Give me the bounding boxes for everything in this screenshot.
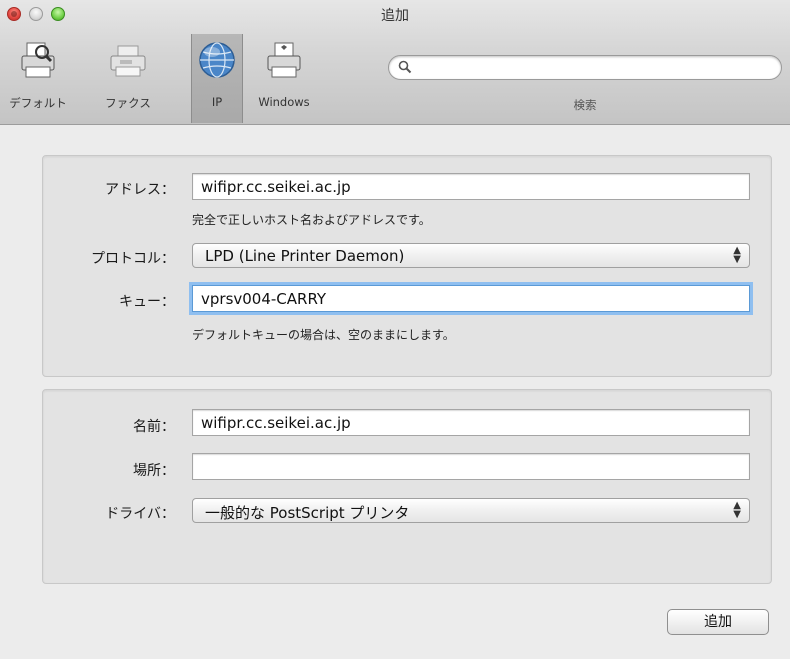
window-title: 追加 <box>381 8 409 24</box>
name-label: 名前： <box>133 419 175 435</box>
updown-arrows-icon: ▲ ▼ <box>733 500 741 520</box>
search-icon <box>398 60 412 74</box>
toolbar-item-label: IP <box>211 95 223 109</box>
protocol-value: LPD (Line Printer Daemon) <box>205 247 405 265</box>
address-hint: 完全で正しいホスト名およびアドレスです。 <box>192 213 431 227</box>
driver-popup[interactable]: 一般的な PostScript プリンタ ▲ ▼ <box>192 498 750 523</box>
queue-field[interactable] <box>192 285 750 312</box>
fax-icon <box>108 40 148 80</box>
name-field[interactable] <box>192 409 750 436</box>
toolbar-item-windows[interactable]: Windows <box>245 40 323 120</box>
toolbar-item-label: Windows <box>258 95 310 109</box>
name-input[interactable] <box>193 410 749 435</box>
default-printer-icon <box>18 40 58 80</box>
updown-arrows-icon: ▲ ▼ <box>733 245 741 265</box>
search-field[interactable] <box>388 55 782 80</box>
protocol-label: プロトコル： <box>91 251 175 267</box>
toolbar-item-default[interactable]: デフォルト <box>0 40 76 120</box>
toolbar-item-fax[interactable]: ファクス <box>76 40 180 120</box>
driver-value: 一般的な PostScript プリンタ <box>205 504 410 522</box>
toolbar-item-label: ファクス <box>105 96 151 110</box>
queue-hint: デフォルトキューの場合は、空のままにします。 <box>192 328 455 342</box>
toolbar-item-ip[interactable]: IP <box>191 34 243 123</box>
location-field[interactable] <box>192 453 750 480</box>
add-button[interactable]: 追加 <box>667 609 769 635</box>
windows-printer-icon <box>264 40 304 80</box>
location-label: 場所： <box>133 463 175 479</box>
queue-label: キュー： <box>119 294 175 310</box>
globe-icon <box>197 40 237 80</box>
address-label: アドレス： <box>105 182 175 198</box>
address-field[interactable] <box>192 173 750 200</box>
queue-input[interactable] <box>193 286 749 311</box>
protocol-popup[interactable]: LPD (Line Printer Daemon) ▲ ▼ <box>192 243 750 268</box>
add-printer-window: 追加 デフォルト ファクス IP Windows 検索 アドレス： wifipr… <box>0 0 790 659</box>
search-label: 検索 <box>573 98 597 112</box>
location-input[interactable] <box>193 454 749 479</box>
toolbar: 追加 デフォルト ファクス IP Windows 検索 <box>0 0 790 125</box>
toolbar-item-label: デフォルト <box>9 96 67 110</box>
driver-label: ドライバ： <box>105 506 175 522</box>
address-input[interactable] <box>193 174 749 199</box>
